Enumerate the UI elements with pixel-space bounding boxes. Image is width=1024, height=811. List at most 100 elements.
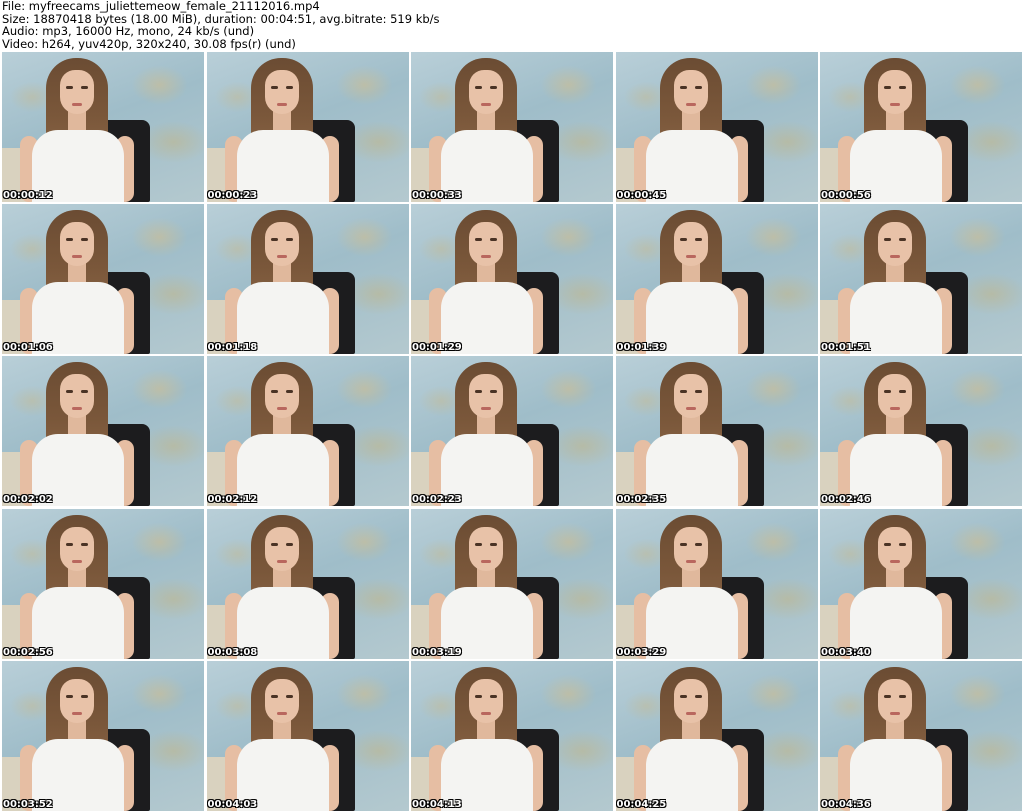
video-frame-thumbnail: 00:00:56 [820, 52, 1022, 202]
right-eye [694, 86, 702, 89]
mouth [685, 407, 696, 411]
video-frame-thumbnail: 00:02:56 [2, 508, 204, 659]
video-frame-thumbnail: 00:00:12 [2, 52, 204, 202]
face [469, 222, 503, 267]
frame-timestamp: 00:03:40 [821, 646, 871, 658]
frame-timestamp: 00:01:06 [3, 342, 53, 354]
mouth [481, 103, 491, 106]
video-frame-thumbnail: 00:04:36 [820, 660, 1022, 811]
right-eye [490, 694, 497, 698]
mouth [685, 711, 696, 715]
face [878, 70, 912, 114]
face [60, 70, 94, 114]
right-eye [285, 86, 293, 89]
right-eye [490, 238, 497, 242]
left-eye [884, 238, 891, 242]
audio-line: Audio: mp3, 16000 Hz, mono, 24 kb/s (und… [2, 24, 255, 38]
video-frame-thumbnail: 00:00:33 [411, 52, 613, 202]
frame-timestamp: 00:01:51 [821, 342, 871, 354]
face [264, 222, 299, 267]
face [673, 70, 708, 114]
left-eye [270, 238, 278, 242]
video-frame-thumbnail: 00:01:39 [615, 204, 818, 355]
frame-timestamp: 00:00:12 [3, 190, 53, 201]
mouth [276, 407, 287, 411]
right-eye [285, 390, 293, 394]
left-eye [270, 542, 278, 546]
face [469, 70, 503, 114]
video-frame-thumbnail: 00:03:52 [2, 660, 204, 811]
right-eye [899, 390, 906, 394]
mouth [72, 559, 82, 563]
mouth [72, 255, 82, 259]
mouth [276, 255, 287, 259]
face [673, 222, 708, 267]
left-eye [679, 390, 687, 394]
right-eye [899, 694, 906, 698]
frame-timestamp: 00:02:02 [3, 494, 53, 506]
video-frame-thumbnail: 00:02:46 [820, 356, 1022, 507]
frame-timestamp: 00:02:46 [821, 494, 871, 506]
left-eye [475, 390, 482, 394]
frame-timestamp: 00:04:03 [207, 798, 258, 810]
frame-timestamp: 00:00:23 [207, 190, 258, 201]
face [878, 222, 912, 267]
mouth [890, 103, 900, 106]
right-eye [899, 238, 906, 242]
mouth [72, 407, 82, 411]
video-frame-thumbnail: 00:01:06 [2, 204, 204, 355]
mouth [890, 711, 900, 715]
video-line: Video: h264, yuv420p, 320x240, 30.08 fps… [2, 36, 296, 51]
mouth [276, 711, 287, 715]
left-eye [66, 238, 73, 242]
frame-timestamp: 00:02:56 [3, 646, 53, 658]
frame-timestamp: 00:04:36 [821, 798, 871, 810]
right-eye [81, 86, 88, 89]
frame-timestamp: 00:03:19 [412, 646, 462, 658]
video-frame-thumbnail: 00:03:29 [615, 508, 818, 659]
mouth [481, 255, 491, 259]
right-eye [694, 694, 702, 698]
left-eye [679, 542, 687, 546]
video-frame-thumbnail: 00:04:03 [206, 660, 409, 811]
right-eye [694, 390, 702, 394]
file-name-line: File: myfreecams_juliettemeow_female_211… [2, 0, 320, 13]
face [469, 526, 503, 571]
right-eye [81, 238, 88, 242]
face [264, 526, 299, 571]
right-eye [285, 694, 293, 698]
face [469, 678, 503, 723]
frame-timestamp: 00:03:29 [616, 646, 667, 658]
frame-timestamp: 00:02:35 [616, 494, 667, 506]
right-eye [81, 694, 88, 698]
face [673, 678, 708, 723]
video-frame-thumbnail: 00:04:13 [411, 660, 613, 811]
left-eye [270, 390, 278, 394]
left-eye [66, 542, 73, 546]
right-eye [694, 542, 702, 546]
face [264, 374, 299, 419]
video-frame-thumbnail: 00:00:45 [615, 52, 818, 202]
frame-timestamp: 00:01:39 [616, 342, 667, 354]
frame-timestamp: 00:02:23 [412, 494, 462, 506]
mouth [481, 711, 491, 715]
face [60, 222, 94, 267]
face [878, 678, 912, 723]
left-eye [884, 86, 891, 89]
video-frame-thumbnail: 00:01:29 [411, 204, 613, 355]
mouth [72, 103, 82, 106]
left-eye [884, 694, 891, 698]
video-frame-thumbnail: 00:02:35 [615, 356, 818, 507]
mouth [685, 255, 696, 259]
left-eye [475, 542, 482, 546]
left-eye [884, 390, 891, 394]
frame-timestamp: 00:00:33 [412, 190, 462, 201]
face [673, 526, 708, 571]
frame-timestamp: 00:01:18 [207, 342, 258, 354]
mouth [685, 559, 696, 563]
left-eye [270, 86, 278, 89]
mouth [481, 407, 491, 411]
left-eye [66, 86, 73, 89]
mouth [685, 103, 696, 106]
face [264, 70, 299, 114]
